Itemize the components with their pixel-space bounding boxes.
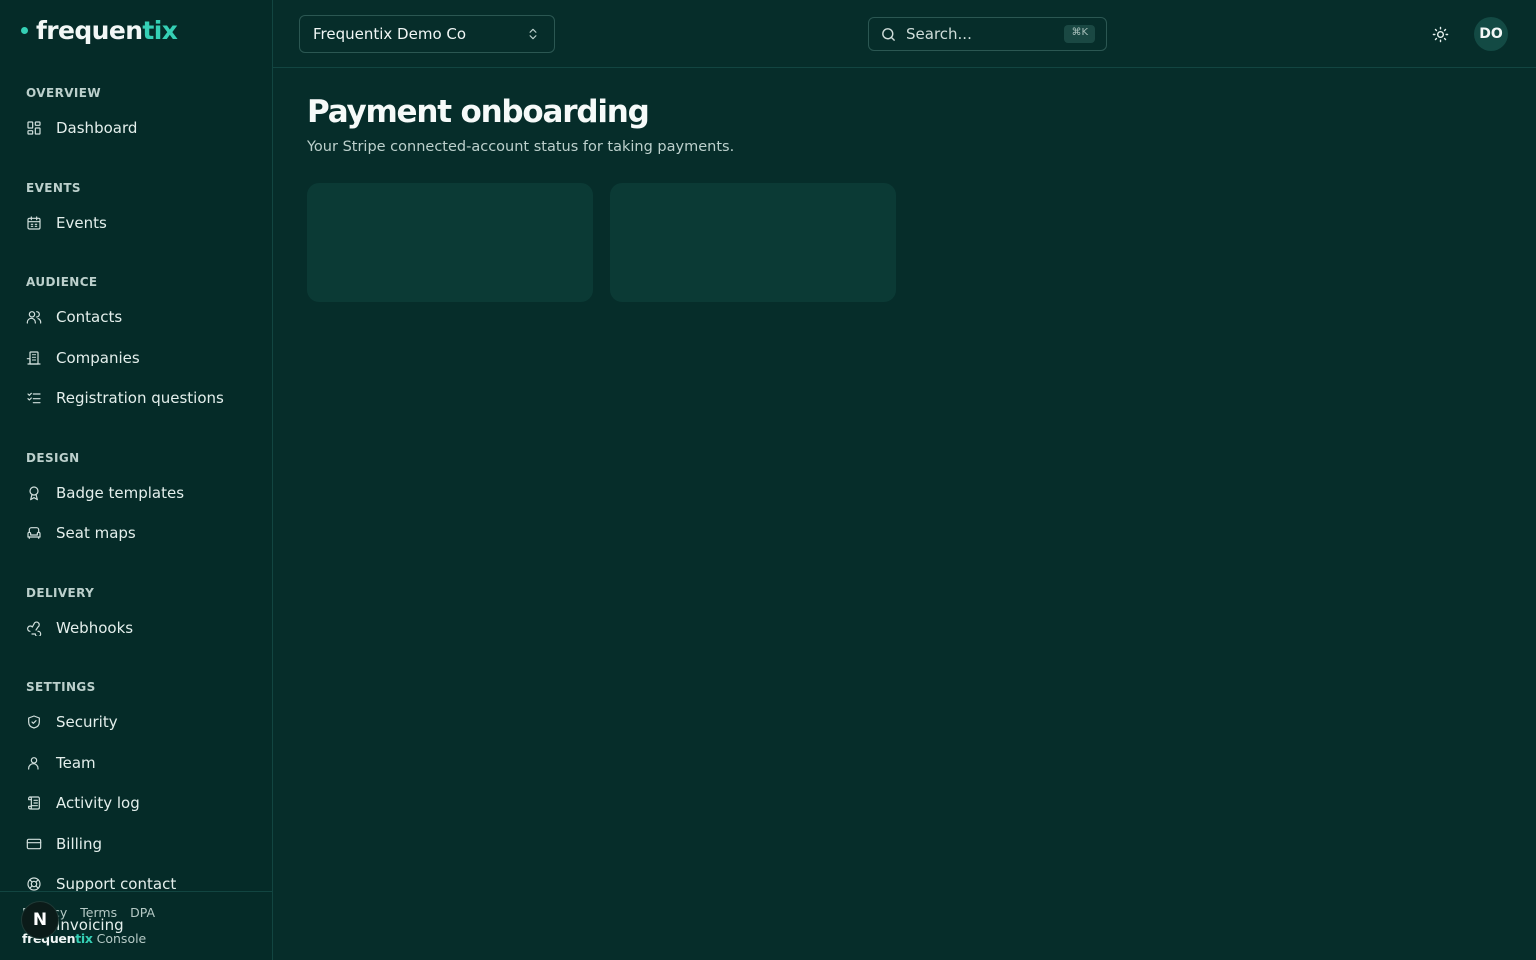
nav-group-audience: AUDIENCE Contacts Companies Registration qu… (0, 265, 272, 419)
sidebar-item-companies[interactable]: Companies (0, 338, 272, 379)
status-cards (307, 183, 896, 302)
nav-group-delivery: DELIVERY Webhooks (0, 576, 272, 649)
sidebar-item-label: Webhooks (56, 618, 134, 637)
sidebar-item-label: Security (56, 713, 118, 732)
search-shortcut: ⌘K (1064, 25, 1095, 43)
user-icon (28, 756, 39, 770)
nav-heading: EVENTS (26, 180, 81, 195)
building-icon (26, 351, 41, 365)
lifebuoy-icon (27, 877, 41, 891)
sidebar-item-label: Dashboard (56, 119, 138, 138)
sidebar-item-label: Badge templates (56, 483, 185, 502)
sidebar-item-webhooks[interactable]: Webhooks (0, 608, 272, 649)
brand-dot (21, 26, 28, 34)
nav-group-events: EVENTS Events (0, 171, 272, 244)
sidebar-item-label: Team (56, 753, 96, 772)
status-card-placeholder (307, 183, 593, 302)
sidebar-item-contacts[interactable]: Contacts (0, 297, 272, 338)
brand-wordmark: frequentix (36, 15, 178, 45)
webhook-icon (27, 621, 42, 636)
user-avatar[interactable]: DO (1474, 17, 1508, 51)
nav-heading: DESIGN (26, 450, 80, 465)
sidebar-item-label: Companies (56, 348, 140, 367)
dpa-link[interactable]: DPA (130, 905, 155, 920)
sun-icon (1432, 26, 1448, 42)
search-box[interactable]: ⌘K (868, 17, 1107, 51)
brand-logo[interactable]: frequentix (21, 14, 178, 46)
sidebar: frequentix OVERVIEW Dashboard EVENTS Events… (0, 0, 273, 960)
sidebar-item-seat-maps[interactable]: Seat maps (0, 513, 272, 554)
dashboard-icon (27, 121, 41, 135)
theme-toggle-button[interactable] (1428, 22, 1452, 46)
sidebar-item-events[interactable]: Events (0, 203, 272, 244)
users-icon (26, 311, 42, 324)
nav-heading: OVERVIEW (26, 86, 101, 100)
search-input[interactable] (906, 25, 1056, 43)
sidebar-item-registration-questions[interactable]: Registration questions (0, 378, 272, 419)
sidebar-item-badge-templates[interactable]: Badge templates (0, 473, 272, 514)
sidebar-footer: Privacy Terms DPA frequentix Console N (0, 891, 272, 960)
nav-group-overview: OVERVIEW Dashboard (0, 76, 272, 149)
search-icon (882, 27, 895, 41)
page-title: Payment onboarding (307, 94, 650, 130)
sidebar-item-dashboard[interactable]: Dashboard (0, 108, 272, 149)
sidebar-item-billing[interactable]: Billing (0, 824, 272, 865)
main-content: Payment onboarding Your Stripe connected… (307, 92, 896, 302)
nav-heading: AUDIENCE (26, 275, 98, 289)
nextjs-dev-badge[interactable]: N (21, 901, 59, 939)
sidebar-item-label: Billing (56, 834, 102, 853)
nav-heading: DELIVERY (26, 585, 95, 600)
sidebar-item-label: Registration questions (56, 389, 224, 408)
sidebar-nav: OVERVIEW Dashboard EVENTS Events AUDIENCE Con… (0, 76, 272, 960)
page-subtitle: Your Stripe connected-account status for… (307, 139, 735, 155)
nav-group-design: DESIGN Badge templates Seat maps (0, 441, 272, 554)
sidebar-item-label: Contacts (56, 308, 123, 327)
sidebar-item-team[interactable]: Team (0, 743, 272, 784)
sidebar-item-security[interactable]: Security (0, 702, 272, 743)
terms-link[interactable]: Terms (80, 905, 117, 920)
chevron-up-down-icon (529, 28, 537, 40)
sidebar-item-label: Activity log (56, 794, 140, 813)
checklist-icon (27, 392, 41, 404)
topbar: Frequentix Demo Co ⌘K DO (273, 0, 1536, 68)
status-card-placeholder (610, 183, 896, 302)
credit-card-icon (26, 838, 42, 850)
calendar-icon (27, 216, 41, 230)
sidebar-item-label: Seat maps (56, 524, 136, 543)
sidebar-item-label: Events (56, 213, 107, 232)
armchair-icon (27, 527, 41, 540)
nav-heading: SETTINGS (26, 680, 96, 694)
badge-icon (29, 486, 39, 501)
scroll-icon (28, 796, 40, 810)
shield-icon (28, 715, 40, 729)
sidebar-item-activity-log[interactable]: Activity log (0, 783, 272, 824)
org-switcher[interactable]: Frequentix Demo Co (299, 15, 555, 53)
app-root: frequentix OVERVIEW Dashboard EVENTS Events… (0, 0, 1536, 960)
org-name: Frequentix Demo Co (313, 25, 467, 43)
